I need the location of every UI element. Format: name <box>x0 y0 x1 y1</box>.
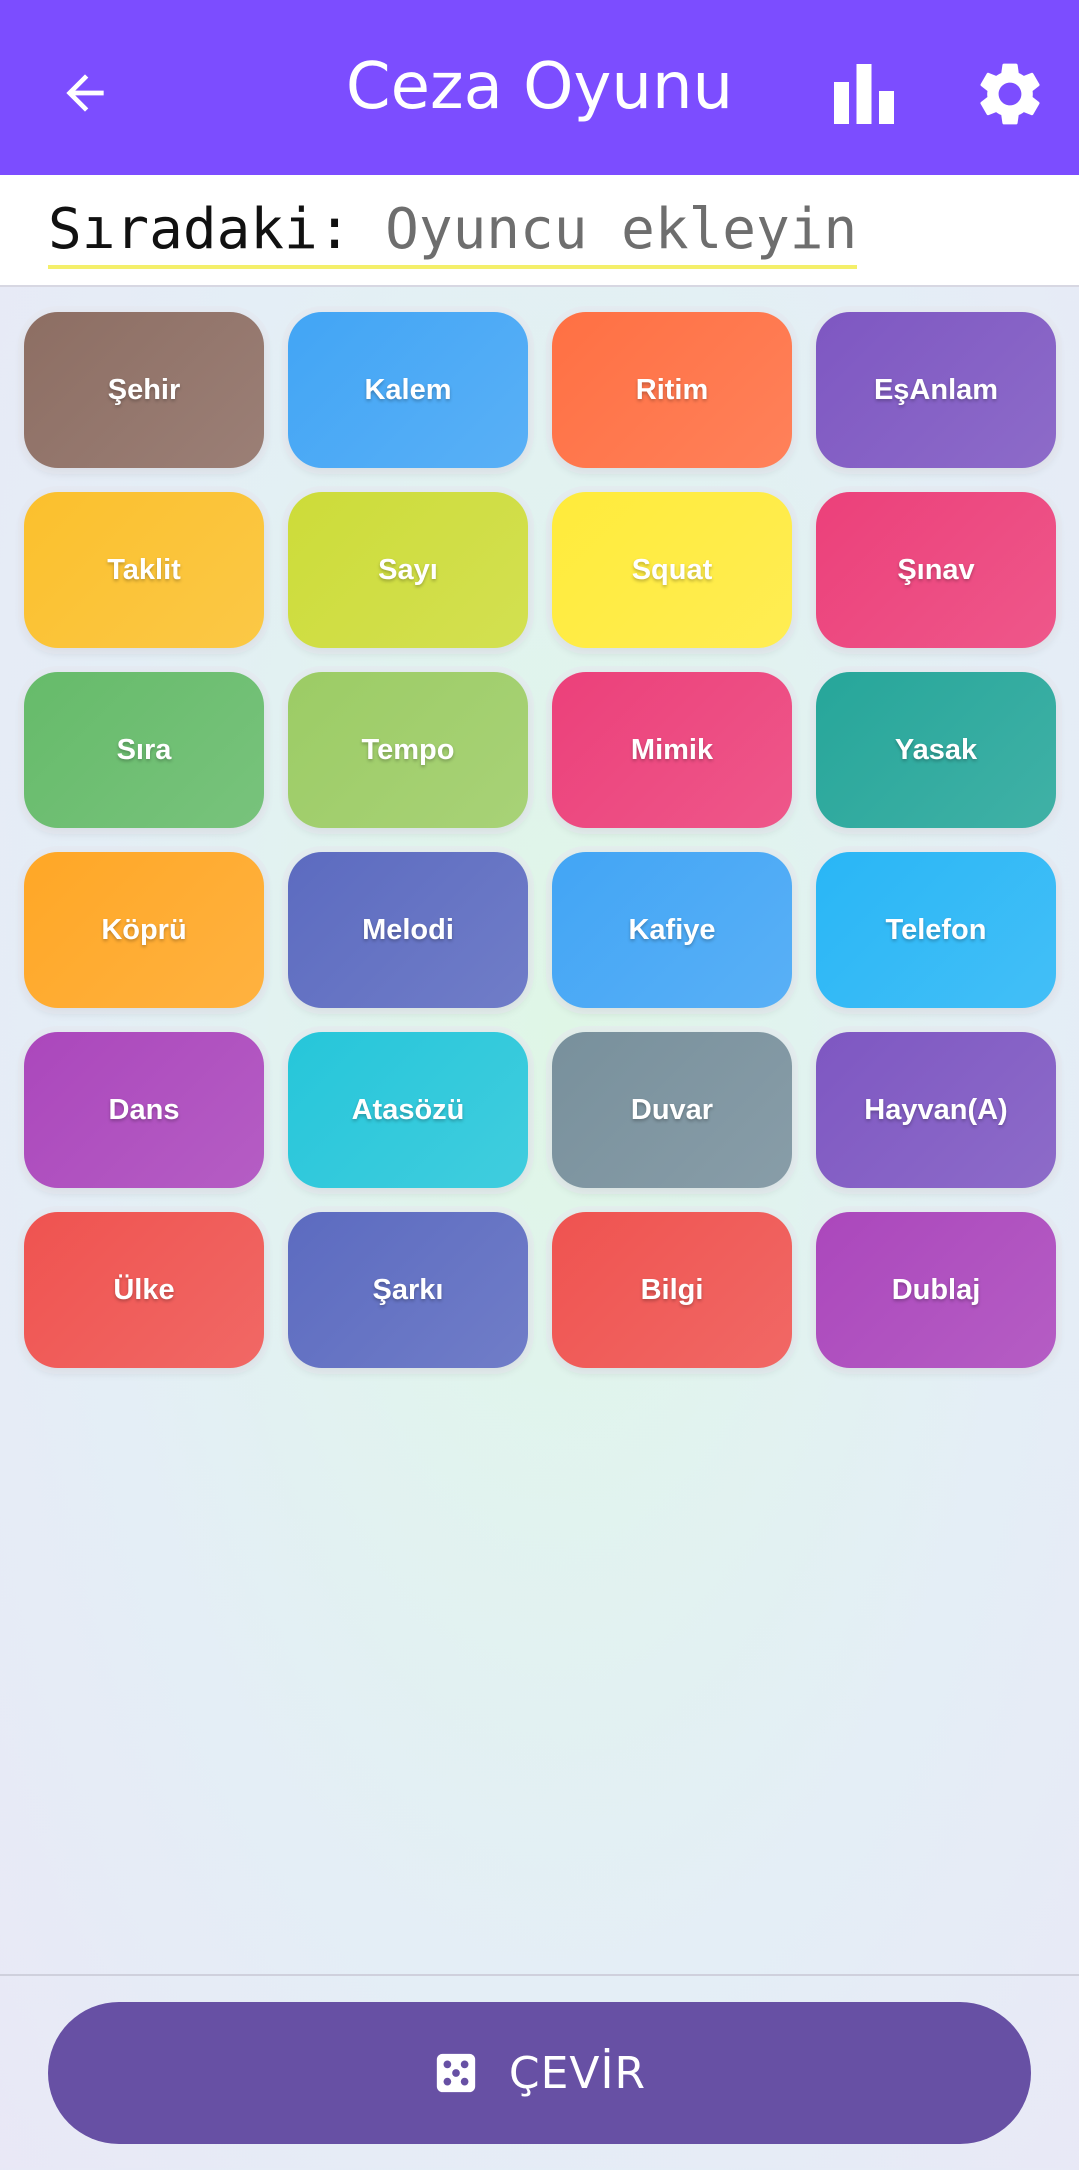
penalty-tile[interactable]: Yasak <box>816 672 1056 828</box>
penalty-tile[interactable]: Dublaj <box>816 1212 1056 1368</box>
penalty-tile[interactable]: EşAnlam <box>816 312 1056 468</box>
gear-icon <box>980 63 1040 125</box>
penalty-tile[interactable]: Mimik <box>552 672 792 828</box>
penalty-tile[interactable]: Squat <box>552 492 792 648</box>
penalty-tile[interactable]: Ritim <box>552 312 792 468</box>
penalty-tile[interactable]: Kalem <box>288 312 528 468</box>
penalty-grid: Şehir Kalem Ritim EşAnlam Taklit Sayı Squat Şın… <box>24 312 1056 1368</box>
app-bar: Ceza Oyunu <box>0 0 1079 175</box>
bottom-bar: ÇEVİR <box>0 1974 1079 2170</box>
penalty-tile[interactable]: Taklit <box>24 492 264 648</box>
turn-indicator: Sıradaki: Oyuncu ekleyin <box>0 175 1079 287</box>
turn-line: Sıradaki: Oyuncu ekleyin <box>48 197 858 269</box>
page-title: Ceza Oyunu <box>345 50 734 124</box>
penalty-tile[interactable]: Tempo <box>288 672 528 828</box>
penalty-tile[interactable]: Dans <box>24 1032 264 1188</box>
penalty-tile[interactable]: Atasözü <box>288 1032 528 1188</box>
spin-button-label: ÇEVİR <box>508 2047 647 2099</box>
statistics-button[interactable] <box>828 58 900 130</box>
turn-value: Oyuncu ekleyin <box>385 197 858 262</box>
penalty-tile[interactable]: Şehir <box>24 312 264 468</box>
penalty-tile[interactable]: Şarkı <box>288 1212 528 1368</box>
penalty-tile[interactable]: Köprü <box>24 852 264 1008</box>
penalty-tile[interactable]: Duvar <box>552 1032 792 1188</box>
bar-chart-icon <box>834 64 894 124</box>
settings-button[interactable] <box>972 56 1048 132</box>
penalty-tile[interactable]: Ülke <box>24 1212 264 1368</box>
dice-icon <box>436 2053 476 2093</box>
penalty-tile[interactable]: Bilgi <box>552 1212 792 1368</box>
penalty-tile[interactable]: Kafiye <box>552 852 792 1008</box>
penalty-tile[interactable]: Telefon <box>816 852 1056 1008</box>
spin-button[interactable]: ÇEVİR <box>48 2002 1031 2144</box>
penalty-tile[interactable]: Melodi <box>288 852 528 1008</box>
penalty-tile[interactable]: Hayvan(A) <box>816 1032 1056 1188</box>
penalty-tile[interactable]: Şınav <box>816 492 1056 648</box>
turn-label: Sıradaki: <box>48 197 352 262</box>
penalty-tile[interactable]: Sıra <box>24 672 264 828</box>
penalty-tile[interactable]: Sayı <box>288 492 528 648</box>
